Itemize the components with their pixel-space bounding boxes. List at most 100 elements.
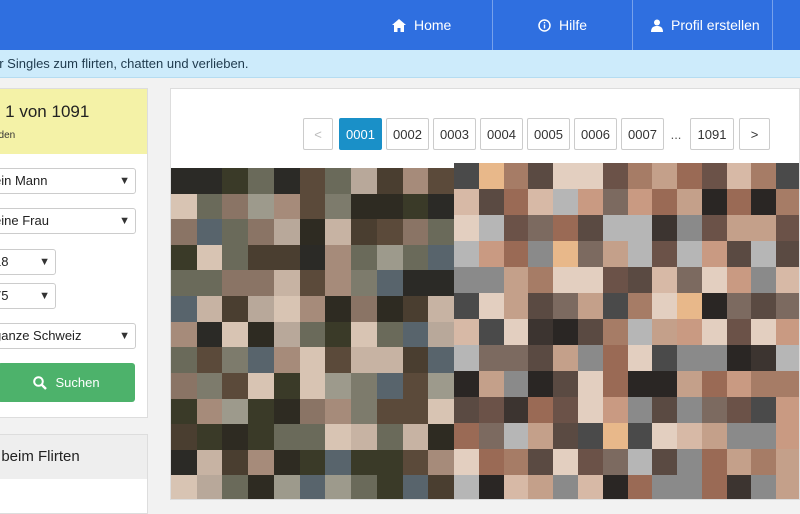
photo-pixel [402, 168, 429, 194]
profile-photo[interactable] [454, 163, 799, 499]
photo-pixel [196, 398, 223, 425]
photo-pixel [454, 319, 479, 345]
photo-pixel [171, 347, 197, 373]
age-from-select[interactable]: 18 ▼ [0, 249, 56, 275]
photo-pixel [652, 267, 678, 293]
photo-pixel [402, 270, 429, 297]
photo-pixel [171, 296, 197, 322]
photo-pixel [751, 345, 777, 371]
photo-pixel [776, 189, 799, 215]
photo-pixel [577, 189, 603, 215]
pagination-ellipsis: ... [670, 126, 682, 142]
pagination-page[interactable]: 0007 [621, 118, 664, 150]
photo-pixel [528, 319, 554, 345]
tagline-bar: ür Singles zum flirten, chatten und verl… [0, 50, 800, 78]
photo-pixel [454, 475, 479, 499]
pagination-page[interactable]: 0005 [527, 118, 570, 150]
search-button[interactable]: Suchen [0, 363, 135, 402]
photo-pixel [627, 449, 653, 475]
region-value: ganze Schweiz [0, 328, 82, 343]
photo-pixel [553, 345, 578, 371]
photo-pixel [751, 189, 777, 215]
photo-pixel [428, 475, 454, 499]
photo-pixel [325, 398, 352, 425]
photo-pixel [196, 424, 223, 450]
photo-pixel [222, 398, 249, 425]
photo-pixel [454, 449, 479, 475]
photo-pixel [376, 168, 403, 194]
photo-pixel [376, 449, 403, 476]
photo-pixel [376, 193, 403, 220]
pagination-page[interactable]: 0002 [386, 118, 429, 150]
photo-pixel [503, 189, 529, 215]
photo-pixel [299, 347, 326, 373]
photo-pixel [677, 423, 702, 449]
photo-pixel [222, 475, 249, 499]
photo-pixel [402, 193, 429, 220]
photo-pixel [577, 267, 603, 293]
gender-select[interactable]: eine Frau ▼ [0, 208, 136, 234]
photo-pixel [602, 241, 628, 267]
info-icon [538, 18, 551, 32]
photo-pixel [428, 321, 454, 348]
pagination-page[interactable]: 0003 [433, 118, 476, 150]
photo-pixel [503, 397, 529, 423]
photo-pixel [248, 347, 274, 373]
photo-pixel [376, 372, 403, 399]
nav-create-profile[interactable]: Profil erstellen [632, 0, 772, 50]
nav-help[interactable]: Hilfe [492, 0, 632, 50]
photo-pixel [602, 397, 628, 423]
photo-pixel [428, 449, 454, 476]
photo-pixel [402, 398, 429, 425]
photo-pixel [701, 215, 727, 241]
photo-pixel [701, 293, 727, 319]
seeking-select[interactable]: ein Mann ▼ [0, 168, 136, 194]
photo-pixel [751, 215, 777, 241]
photo-pixel [677, 319, 702, 345]
photo-pixel [376, 244, 403, 271]
photo-pixel [577, 371, 603, 397]
photo-pixel [351, 270, 377, 297]
search-button-label: Suchen [55, 375, 100, 390]
photo-pixel [299, 244, 326, 271]
pagination-page[interactable]: 0004 [480, 118, 523, 150]
photo-pixel [196, 244, 223, 271]
pagination-page[interactable]: 0001 [339, 118, 382, 150]
photo-pixel [503, 475, 529, 499]
photo-pixel [528, 475, 554, 499]
photo-pixel [528, 423, 554, 449]
photo-pixel [726, 293, 752, 319]
pagination-last-page[interactable]: 1091 [690, 118, 734, 150]
photo-pixel [677, 345, 702, 371]
photo-pixel [503, 241, 529, 267]
photo-pixel [776, 215, 799, 241]
photo-pixel [351, 449, 377, 476]
age-to-select[interactable]: 75 ▼ [0, 283, 56, 309]
region-select[interactable]: ganze Schweiz ▼ [0, 323, 136, 349]
photo-pixel [171, 398, 197, 425]
photo-pixel [701, 475, 727, 499]
photo-pixel [454, 241, 479, 267]
pagination-prev[interactable]: < [303, 118, 333, 150]
photo-pixel [726, 241, 752, 267]
pagination-next[interactable]: > [739, 118, 770, 150]
photo-pixel [577, 345, 603, 371]
photo-pixel [222, 168, 249, 194]
photo-pixel [248, 424, 274, 450]
photo-pixel [577, 241, 603, 267]
photo-pixel [503, 423, 529, 449]
photo-pixel [299, 168, 326, 194]
photo-pixel [376, 347, 403, 373]
flirt-panel: t beim Flirten [0, 434, 148, 514]
photo-pixel [627, 241, 653, 267]
photo-pixel [454, 293, 479, 319]
photo-pixel [726, 267, 752, 293]
photo-pixel [171, 321, 197, 348]
photo-pixel [478, 345, 504, 371]
nav-home[interactable]: Home [370, 0, 492, 50]
photo-pixel [376, 270, 403, 297]
photo-pixel [325, 296, 352, 322]
profile-photo[interactable] [171, 168, 454, 499]
pagination-page[interactable]: 0006 [574, 118, 617, 150]
photo-pixel [553, 163, 578, 189]
